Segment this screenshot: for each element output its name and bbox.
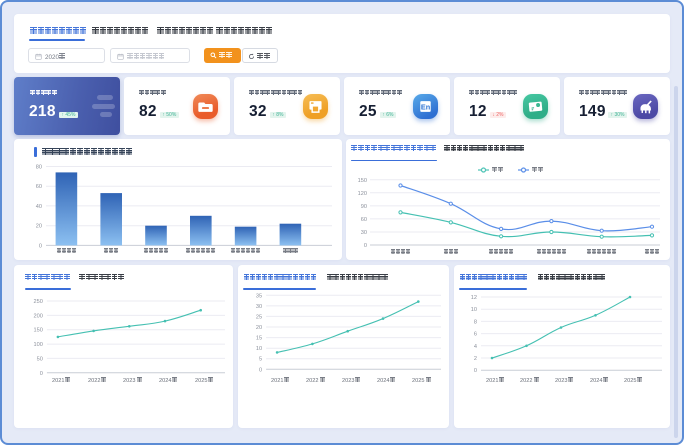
svg-text:250: 250	[34, 299, 43, 305]
svg-text:2023: 2023	[342, 378, 354, 384]
svg-text:10: 10	[471, 307, 477, 313]
svg-text:2025: 2025	[624, 378, 636, 384]
svg-text:2021: 2021	[271, 378, 283, 384]
svg-text:20: 20	[256, 325, 262, 331]
svg-text:2021: 2021	[486, 378, 498, 384]
svg-text:60: 60	[361, 217, 367, 223]
svg-text:0: 0	[40, 371, 43, 377]
svg-text:4: 4	[474, 344, 477, 350]
svg-text:2024: 2024	[590, 378, 602, 384]
svg-text:2024: 2024	[377, 378, 389, 384]
svg-text:90: 90	[361, 204, 367, 210]
svg-text:2022: 2022	[306, 378, 318, 384]
svg-text:50: 50	[37, 356, 43, 362]
svg-text:150: 150	[358, 178, 367, 184]
svg-text:2021: 2021	[52, 378, 64, 384]
svg-text:40: 40	[36, 204, 42, 210]
svg-text:25: 25	[256, 314, 262, 320]
svg-text:2023: 2023	[555, 378, 567, 384]
svg-text:12: 12	[471, 295, 477, 301]
svg-text:0: 0	[364, 243, 367, 249]
svg-text:15: 15	[256, 336, 262, 342]
svg-text:2022: 2022	[88, 378, 100, 384]
svg-text:2022: 2022	[520, 378, 532, 384]
svg-text:0: 0	[39, 243, 42, 249]
svg-text:30: 30	[256, 304, 262, 310]
svg-text:80: 80	[36, 165, 42, 171]
svg-text:5: 5	[259, 357, 262, 363]
svg-text:2: 2	[474, 356, 477, 362]
svg-text:200: 200	[34, 313, 43, 319]
svg-text:60: 60	[36, 184, 42, 190]
svg-text:20: 20	[36, 224, 42, 230]
svg-text:2023: 2023	[123, 378, 135, 384]
svg-text:35: 35	[256, 293, 262, 299]
svg-text:2025: 2025	[412, 378, 424, 384]
svg-text:8: 8	[474, 319, 477, 325]
svg-text:30: 30	[361, 230, 367, 236]
svg-text:100: 100	[34, 342, 43, 348]
svg-text:150: 150	[34, 328, 43, 334]
svg-text:6: 6	[474, 332, 477, 338]
svg-text:2024: 2024	[159, 378, 171, 384]
svg-text:0: 0	[259, 367, 262, 373]
svg-text:120: 120	[358, 191, 367, 197]
svg-text:2025: 2025	[195, 378, 207, 384]
svg-text:0: 0	[474, 368, 477, 374]
svg-text:En: En	[421, 102, 430, 111]
svg-text:10: 10	[256, 346, 262, 352]
